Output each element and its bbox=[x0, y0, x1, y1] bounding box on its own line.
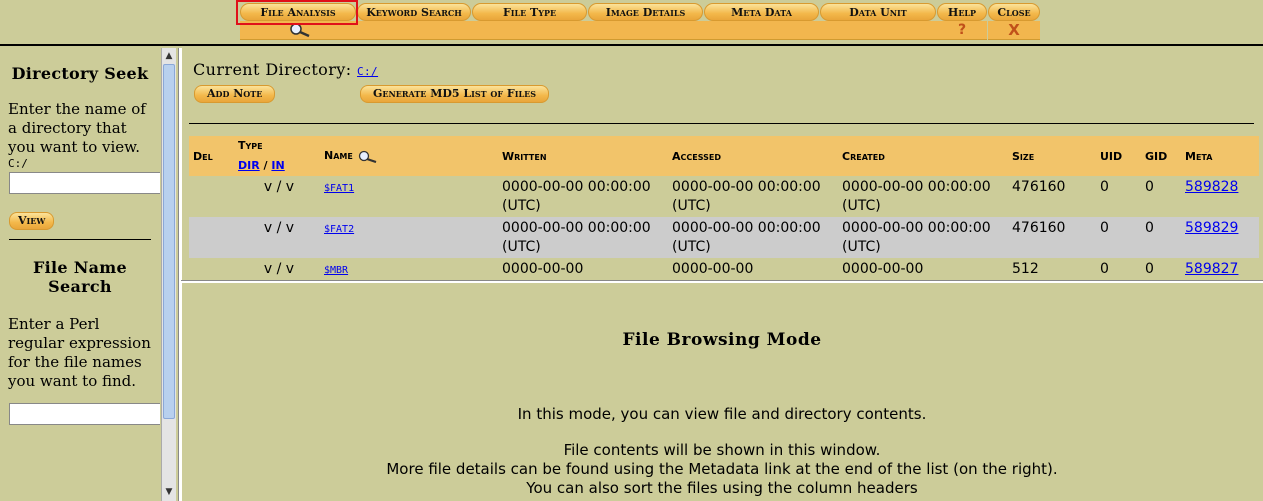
table-row: v / v $MBR 0000-00-00 0000-00-00 0000-00… bbox=[189, 258, 1259, 280]
current-directory-label: Current Directory: bbox=[193, 60, 352, 79]
table-header-row: Del Type dir / in Name Written Accessed … bbox=[189, 136, 1259, 176]
row-created: 0000-00-00 00:00:00 (UTC) bbox=[838, 217, 1008, 258]
row-uid: 0 bbox=[1100, 261, 1109, 277]
row-uid: 0 bbox=[1096, 217, 1141, 258]
file-list-frame: Current Directory: C:/ Add Note Generate… bbox=[181, 48, 1263, 280]
file-name-input[interactable] bbox=[9, 403, 160, 425]
type-separator: / bbox=[263, 159, 268, 172]
table-row: v / v $FAT1 0000-00-00 00:00:00 (UTC) 00… bbox=[189, 176, 1259, 217]
directory-seek-path: C:/ bbox=[8, 157, 28, 170]
help-button[interactable]: Help bbox=[937, 3, 987, 21]
keyword-search-button[interactable]: Keyword Search bbox=[357, 3, 471, 21]
file-table: Del Type dir / in Name Written Accessed … bbox=[189, 136, 1259, 280]
scroll-thumb[interactable] bbox=[163, 64, 175, 419]
image-details-button[interactable]: Image Details bbox=[588, 3, 703, 21]
row-written: 0000-00-00 00:00:00 (UTC) bbox=[502, 179, 651, 214]
row-type: v / v bbox=[263, 261, 295, 277]
directory-input[interactable] bbox=[9, 172, 160, 194]
row-name-link[interactable]: $FAT2 bbox=[324, 224, 354, 235]
row-accessed: 0000-00-00 00:00:00 (UTC) bbox=[672, 179, 821, 214]
file-name-search-title: File Name Search bbox=[32, 258, 128, 296]
current-directory: Current Directory: C:/ bbox=[193, 60, 378, 79]
directory-seek-title: Directory Seek bbox=[11, 64, 149, 83]
row-type: v / v bbox=[263, 179, 295, 195]
scroll-up-icon[interactable]: ▲ bbox=[162, 49, 176, 63]
col-written[interactable]: Written bbox=[498, 136, 668, 176]
close-x-icon[interactable]: X bbox=[988, 21, 1040, 40]
browsing-mode-line-sort: You can also sort the files using the co… bbox=[526, 479, 918, 497]
data-unit-button[interactable]: Data Unit bbox=[820, 3, 936, 21]
row-accessed: 0000-00-00 00:00:00 (UTC) bbox=[668, 217, 838, 258]
file-list-divider bbox=[189, 123, 1254, 124]
directory-seek-prompt: Enter the name of a directory that you w… bbox=[8, 100, 146, 156]
close-button[interactable]: Close bbox=[988, 3, 1040, 21]
row-created: 0000-00-00 00:00:00 (UTC) bbox=[842, 179, 991, 214]
scroll-down-icon[interactable]: ▼ bbox=[162, 485, 176, 499]
row-written: 0000-00-00 00:00:00 (UTC) bbox=[498, 217, 668, 258]
row-del bbox=[189, 258, 234, 280]
col-created[interactable]: Created bbox=[838, 136, 1008, 176]
row-name-link[interactable]: $FAT1 bbox=[324, 183, 354, 194]
left-divider bbox=[9, 239, 151, 240]
browsing-mode-intro: In this mode, you can view file and dire… bbox=[517, 405, 927, 423]
row-size: 512 bbox=[1012, 261, 1039, 277]
sort-in-link[interactable]: in bbox=[271, 154, 284, 173]
browsing-mode-details: File contents will be shown in this wind… bbox=[181, 441, 1263, 498]
toolbar-divider bbox=[0, 44, 1263, 46]
row-meta-link[interactable]: 589828 bbox=[1185, 179, 1238, 195]
meta-data-button[interactable]: Meta Data bbox=[704, 3, 819, 21]
add-note-button[interactable]: Add Note bbox=[194, 85, 276, 103]
generate-md5-button[interactable]: Generate MD5 List of Files bbox=[360, 85, 549, 103]
col-type: Type dir / in bbox=[234, 136, 320, 176]
col-accessed[interactable]: Accessed bbox=[668, 136, 838, 176]
name-search-icon[interactable] bbox=[357, 149, 379, 163]
left-frame: Directory Seek Enter the name of a direc… bbox=[0, 48, 160, 501]
row-written: 0000-00-00 bbox=[502, 261, 584, 277]
browsing-mode-line-metadata: More file details can be found using the… bbox=[386, 460, 1058, 478]
col-uid[interactable]: UID bbox=[1096, 136, 1141, 176]
row-accessed: 0000-00-00 bbox=[672, 261, 754, 277]
row-type: v / v bbox=[234, 217, 320, 258]
col-type-label: Type bbox=[238, 139, 263, 152]
top-toolbar: ? X File Analysis Keyword Search File Ty… bbox=[0, 0, 1263, 44]
row-name-link[interactable]: $MBR bbox=[324, 265, 348, 276]
row-del bbox=[189, 217, 234, 258]
selection-highlight bbox=[236, 0, 358, 25]
file-type-button[interactable]: File Type bbox=[472, 3, 587, 21]
view-button[interactable]: View bbox=[9, 212, 55, 230]
browsing-mode-title: File Browsing Mode bbox=[622, 330, 822, 350]
table-row: v / v $FAT2 0000-00-00 00:00:00 (UTC) 00… bbox=[189, 217, 1259, 258]
col-name[interactable]: Name bbox=[320, 136, 498, 176]
row-gid: 0 bbox=[1145, 179, 1154, 195]
row-meta-link[interactable]: 589829 bbox=[1185, 220, 1238, 236]
row-size: 476160 bbox=[1008, 217, 1096, 258]
col-del[interactable]: Del bbox=[189, 136, 234, 176]
content-frame: File Browsing Mode In this mode, you can… bbox=[181, 283, 1263, 501]
row-size: 476160 bbox=[1012, 179, 1066, 195]
col-size[interactable]: Size bbox=[1008, 136, 1096, 176]
row-del bbox=[189, 176, 234, 217]
browsing-mode-line-contents: File contents will be shown in this wind… bbox=[563, 441, 881, 459]
file-name-search-prompt: Enter a Perl regular expression for the … bbox=[8, 315, 151, 390]
left-scrollbar[interactable]: ▲ ▼ bbox=[161, 48, 176, 501]
row-gid: 0 bbox=[1141, 217, 1181, 258]
help-question-icon[interactable]: ? bbox=[937, 21, 987, 40]
row-created: 0000-00-00 bbox=[842, 261, 924, 277]
col-name-label[interactable]: Name bbox=[324, 149, 353, 162]
row-uid: 0 bbox=[1100, 179, 1109, 195]
col-gid[interactable]: GID bbox=[1141, 136, 1181, 176]
col-meta[interactable]: Meta bbox=[1181, 136, 1259, 176]
current-directory-link[interactable]: C:/ bbox=[357, 65, 378, 78]
row-meta-link[interactable]: 589827 bbox=[1185, 261, 1238, 277]
sort-dir-link[interactable]: dir bbox=[238, 154, 260, 173]
row-gid: 0 bbox=[1145, 261, 1154, 277]
